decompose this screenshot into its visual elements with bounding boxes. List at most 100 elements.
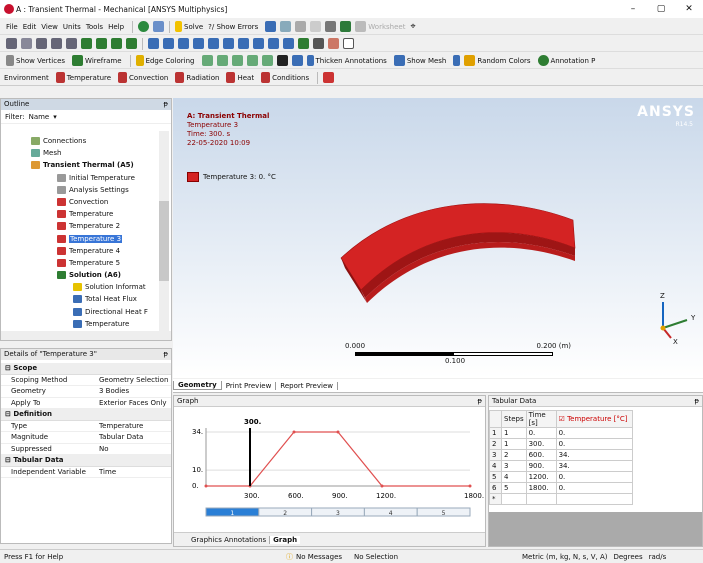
status-degrees[interactable]: Degrees	[613, 553, 642, 561]
select-body-icon[interactable]	[66, 38, 77, 49]
edge-style-icon-6[interactable]	[276, 55, 288, 66]
box-zoom-icon[interactable]	[193, 38, 204, 49]
tree-item-temperature-3[interactable]: Temperature 3	[1, 233, 157, 245]
curved-body-model[interactable]	[323, 160, 583, 330]
eye-icon[interactable]	[310, 21, 322, 32]
convection-button[interactable]: Convection	[129, 74, 168, 82]
tree-item-connections[interactable]: Connections	[1, 135, 157, 147]
tag-icon[interactable]	[328, 38, 339, 49]
explode-icon[interactable]	[453, 55, 461, 66]
table-cell[interactable]	[555, 493, 633, 505]
solve-icon[interactable]	[175, 21, 183, 32]
table-cell[interactable]: 4	[489, 460, 502, 472]
commands-icon[interactable]	[323, 72, 335, 83]
table-cell[interactable]	[501, 493, 527, 505]
tab-report-preview[interactable]: Report Preview	[276, 381, 338, 390]
table-cell[interactable]: 1	[489, 427, 502, 439]
outline-hscrollbar[interactable]	[1, 331, 171, 340]
menu-file[interactable]: File	[6, 23, 18, 31]
table-row[interactable]: 3 2 600. 34.	[489, 449, 633, 461]
temperature-button[interactable]: Temperature	[67, 74, 111, 82]
tabular-pin-icon[interactable]: ᵽ	[694, 397, 699, 406]
table-cell[interactable]: 34.	[555, 449, 633, 461]
table-cell[interactable]: 1	[501, 438, 527, 450]
heat-dropdown[interactable]: Heat	[237, 74, 254, 82]
table-cell[interactable]: 1	[501, 427, 527, 439]
chart-icon[interactable]	[265, 21, 277, 32]
show-vertices-button[interactable]: Show Vertices	[16, 57, 65, 65]
tree-item-convection[interactable]: Convection	[1, 196, 157, 208]
magnifier-icon[interactable]	[223, 38, 234, 49]
table-cell[interactable]: 34.	[555, 460, 633, 472]
wireframe-button[interactable]: Wireframe	[85, 57, 122, 65]
table-cell[interactable]: 900.	[525, 460, 557, 472]
iso-view-icon[interactable]	[268, 38, 279, 49]
radiation-button[interactable]: Radiation	[186, 74, 219, 82]
filter-select[interactable]: Name	[29, 113, 50, 121]
tab-graphics-annotations[interactable]: Graphics Annotations	[188, 535, 271, 544]
extend-selection-icon[interactable]	[81, 38, 92, 49]
edge-style-icon-7[interactable]	[291, 55, 303, 66]
table-row[interactable]: 5 4 1200. 0.	[489, 471, 633, 483]
edge-style-icon-3[interactable]	[231, 55, 243, 66]
tree-item-total-heat-flux[interactable]: Total Heat Flux	[1, 293, 157, 305]
menu-help[interactable]: Help	[108, 23, 124, 31]
tree-item-initial-temperature[interactable]: Initial Temperature	[1, 172, 157, 184]
tree-item-temperature-5[interactable]: Temperature 5	[1, 257, 157, 269]
table-row[interactable]: 4 3 900. 34.	[489, 460, 633, 472]
table-cell[interactable]: 4	[501, 471, 527, 483]
zoom-fit-icon[interactable]	[208, 38, 219, 49]
tree-item-temperature-4[interactable]: Temperature 4	[1, 245, 157, 257]
menu-edit[interactable]: Edit	[23, 23, 37, 31]
row-independent-variable[interactable]: Independent Variable Time	[1, 467, 171, 478]
tab-graph[interactable]: Graph	[270, 535, 301, 544]
edge-style-icon-4[interactable]	[246, 55, 258, 66]
table-cell[interactable]: 0.	[525, 427, 557, 439]
row-suppressed[interactable]: Suppressed No	[1, 444, 171, 455]
row-magnitude[interactable]: Magnitude Tabular Data	[1, 432, 171, 444]
status-rads[interactable]: rad/s	[649, 553, 667, 561]
pan-icon[interactable]	[163, 38, 174, 49]
worksheet-icon[interactable]	[280, 21, 292, 32]
window-icon[interactable]	[343, 38, 354, 49]
tree-item-solution[interactable]: Solution (A6)	[1, 269, 157, 281]
probe-icon[interactable]	[340, 21, 352, 32]
tree-item-solution-information[interactable]: Solution Informat	[1, 281, 157, 293]
tree-item-analysis-settings[interactable]: Analysis Settings	[1, 184, 157, 196]
column-header[interactable]	[489, 410, 502, 428]
table-cell[interactable]: 3	[501, 460, 527, 472]
column-header[interactable]: ☑ Temperature [°C]	[555, 410, 633, 428]
new-analysis-icon[interactable]	[153, 21, 165, 32]
select-point-icon[interactable]	[6, 38, 17, 49]
table-cell[interactable]: 3	[489, 449, 502, 461]
conditions-dropdown[interactable]: Conditions	[272, 74, 309, 82]
section-icon[interactable]	[298, 38, 309, 49]
rotate-icon[interactable]	[148, 38, 159, 49]
row-geometry[interactable]: Geometry 3 Bodies	[1, 386, 171, 398]
table-cell[interactable]: 0.	[555, 438, 633, 450]
thicken-annotations-button[interactable]: Thicken Annotations	[316, 57, 387, 65]
show-errors-button[interactable]: ?/ Show Errors	[208, 23, 258, 31]
maximize-button[interactable]: ▢	[647, 4, 675, 14]
section-definition[interactable]: ⊟ Definition	[1, 409, 171, 421]
select-edge-icon[interactable]	[36, 38, 47, 49]
tree-item-temperature[interactable]: Temperature	[1, 208, 157, 220]
print-icon[interactable]	[313, 38, 324, 49]
extend-adjacent-icon[interactable]	[96, 38, 107, 49]
table-cell[interactable]: 0.	[555, 471, 633, 483]
tree-item-directional-heat-flux[interactable]: Directional Heat F	[1, 306, 157, 318]
scrollbar-thumb[interactable]	[159, 201, 169, 281]
close-button[interactable]: ✕	[675, 4, 703, 14]
row-type[interactable]: Type Temperature	[1, 421, 171, 432]
edge-style-icon-2[interactable]	[216, 55, 228, 66]
message-icon[interactable]: ⓘ	[286, 552, 293, 562]
table-cell[interactable]: 2	[489, 438, 502, 450]
table-cell[interactable]: 600.	[525, 449, 557, 461]
graphics-viewport[interactable]: A: Transient Thermal Temperature 3 Time:…	[173, 98, 703, 378]
random-colors-button[interactable]: Random Colors	[477, 57, 530, 65]
label-icon[interactable]	[325, 21, 337, 32]
status-units[interactable]: Metric (m, kg, N, s, V, A)	[522, 553, 607, 561]
check-icon[interactable]	[138, 21, 150, 32]
edge-style-icon-5[interactable]	[261, 55, 273, 66]
table-cell[interactable]: 0.	[555, 482, 633, 494]
